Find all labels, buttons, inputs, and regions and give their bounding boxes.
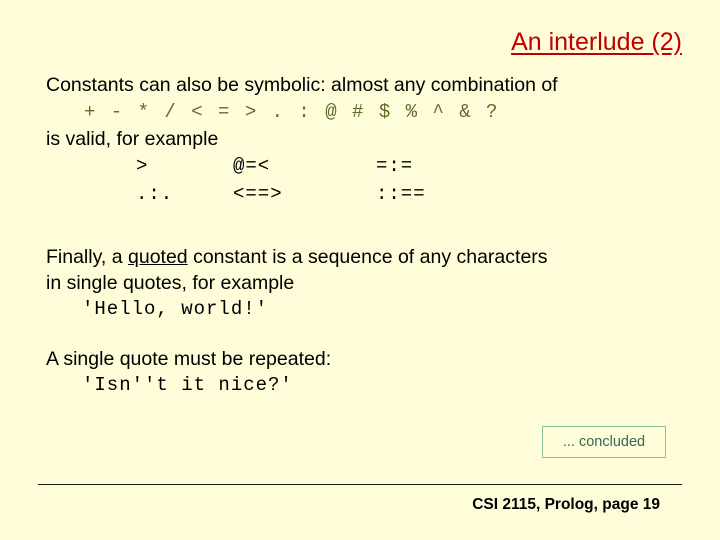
repeat-quote-text: A single quote must be repeated: xyxy=(46,348,332,370)
page-title: An interlude (2) xyxy=(511,28,682,56)
hello-world-example: 'Hello, world!' xyxy=(82,298,269,320)
quoted-paragraph-line1: Finally, a quoted constant is a sequence… xyxy=(46,244,686,270)
quoted-emphasis: quoted xyxy=(128,246,188,268)
isnt-it-nice-example: 'Isn''t it nice?' xyxy=(82,374,293,396)
example-cell: <==> xyxy=(233,183,283,205)
example-cell: > xyxy=(136,155,149,177)
example-cell: @=< xyxy=(233,155,271,177)
slide-body: Constants can also be symbolic: almost a… xyxy=(46,72,686,398)
example-cell: ::== xyxy=(376,183,426,205)
status-badge: ... concluded xyxy=(542,426,666,458)
quoted-paragraph-line2: in single quotes, for example xyxy=(46,272,295,294)
vertical-spacer xyxy=(46,208,686,244)
slide: An interlude (2) Constants can also be s… xyxy=(0,0,720,540)
vertical-spacer xyxy=(46,322,686,346)
quoted-after-text: constant is a sequence of any characters xyxy=(187,246,548,268)
operator-charset-line: + - * / < = > . : @ # $ % ^ & ? xyxy=(84,101,500,123)
footer-divider xyxy=(38,484,682,485)
example-row: > @=< =:= xyxy=(46,152,686,180)
is-valid-text: is valid, for example xyxy=(46,128,219,150)
intro-text: Constants can also be symbolic: almost a… xyxy=(46,74,558,96)
example-row: .:. <==> ::== xyxy=(46,180,686,208)
example-cell: =:= xyxy=(376,155,414,177)
footer-label: CSI 2115, Prolog, page 19 xyxy=(472,496,660,513)
slide-title-row: An interlude (2) xyxy=(0,27,682,57)
quoted-before-text: Finally, a xyxy=(46,246,128,268)
status-badge-label: ... concluded xyxy=(562,434,646,450)
example-cell: .:. xyxy=(136,183,174,205)
